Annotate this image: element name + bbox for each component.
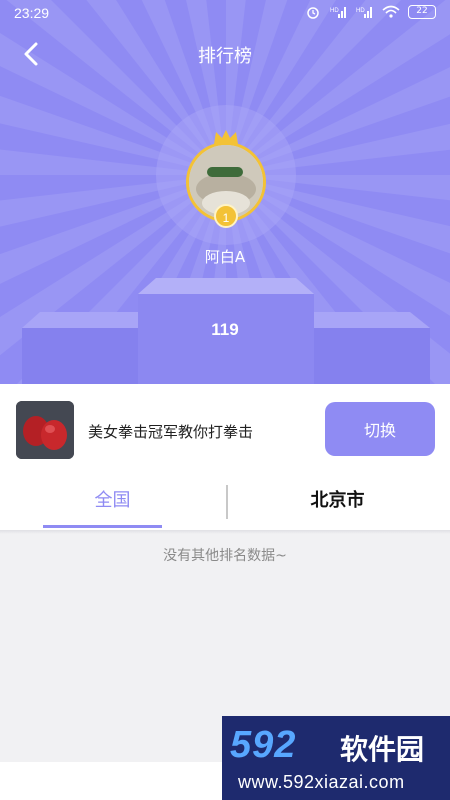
tab-beijing[interactable]: 北京市 bbox=[225, 476, 450, 530]
bottom-strip bbox=[0, 762, 222, 800]
top-user-avatar[interactable]: 1 bbox=[184, 128, 268, 228]
top-user-name: 阿白A bbox=[204, 248, 246, 266]
empty-state-message: 没有其他排名数据~ bbox=[163, 548, 287, 564]
top-score: 119 bbox=[211, 320, 239, 339]
tabs-shadow bbox=[0, 530, 450, 534]
switch-button[interactable]: 切换 bbox=[325, 402, 435, 456]
region-tabs: 全国 北京市 bbox=[0, 476, 450, 530]
current-video-row: 美女拳击冠军教你打拳击 切换 bbox=[0, 384, 450, 476]
watermark-number: 592 bbox=[230, 724, 297, 766]
tab-divider bbox=[226, 485, 228, 519]
watermark-logo: 592 软件园 www.592xiazai.com bbox=[222, 716, 450, 800]
video-title: 美女拳击冠军教你打拳击 bbox=[88, 423, 254, 441]
leaderboard-header: 23:29 HD HD 22 排行榜 119 1 阿白A bbox=[0, 0, 450, 384]
watermark-name: 软件园 bbox=[340, 733, 425, 766]
active-tab-indicator bbox=[43, 525, 162, 528]
rank-badge: 1 bbox=[214, 204, 238, 228]
tab-national[interactable]: 全国 bbox=[0, 476, 225, 530]
video-thumbnail[interactable] bbox=[16, 401, 74, 459]
watermark-url: www.592xiazai.com bbox=[238, 772, 405, 792]
boxing-gloves-image bbox=[16, 401, 74, 459]
